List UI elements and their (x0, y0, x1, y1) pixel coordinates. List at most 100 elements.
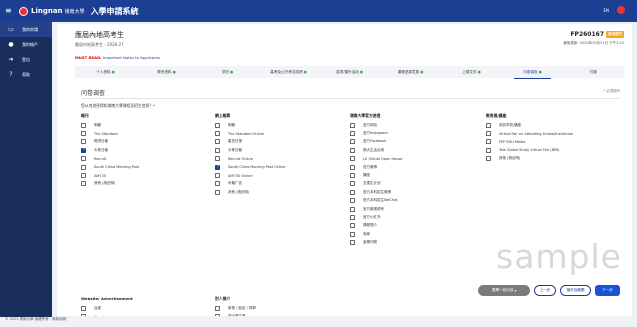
checkbox[interactable] (350, 189, 355, 195)
checkbox-option[interactable]: 官方本科招生微博 (350, 188, 480, 196)
checkbox-option[interactable]: Google (81, 312, 211, 316)
checkbox[interactable] (81, 156, 86, 162)
checkbox-option[interactable]: 官方Instagram (350, 129, 480, 137)
checkbox-option[interactable]: Talk Global Study Virtual Fair (BMI) (486, 146, 626, 154)
checkbox-option[interactable]: 嶺大學生會 (215, 312, 345, 316)
checkbox-option[interactable]: South China Morning Post (81, 163, 211, 171)
language-switch[interactable]: EN (603, 8, 609, 13)
checkbox-option[interactable]: AM730 (81, 171, 211, 179)
tab-step-5[interactable]: 奖项/课外活动● (319, 70, 380, 75)
checkbox[interactable] (486, 139, 491, 145)
checkbox[interactable] (486, 147, 491, 153)
tab-step-9[interactable]: 付款 (563, 70, 624, 75)
checkbox-option[interactable]: 講座 (350, 171, 480, 179)
sidebar-item-my-account[interactable]: ● 我的帳戶 (0, 37, 52, 52)
menu-icon[interactable]: ≡ (5, 7, 13, 15)
checkbox-option[interactable]: The Standard Online (215, 129, 345, 137)
next-button[interactable]: 下一步 (595, 285, 620, 296)
previous-button[interactable]: 上一步 (534, 285, 556, 296)
checkbox[interactable] (350, 156, 355, 162)
tab-step-6[interactable]: 课程选择意愿● (380, 70, 441, 75)
checkbox-option[interactable]: 官方微视频号 (350, 205, 480, 213)
checkbox[interactable] (350, 214, 355, 220)
checkbox-option[interactable]: 电邮 (350, 230, 480, 238)
checkbox[interactable] (486, 156, 491, 162)
checkbox[interactable] (81, 181, 86, 187)
checkbox[interactable] (81, 314, 86, 316)
checkbox[interactable] (81, 122, 86, 128)
checkbox-option[interactable]: 官方网站 (350, 121, 480, 129)
checkbox-option[interactable]: 嶺大生活点滴 (350, 146, 480, 154)
checkbox[interactable] (350, 122, 355, 128)
sidebar-item-help[interactable]: ? 幫助 (0, 67, 52, 82)
avatar[interactable] (617, 6, 625, 14)
save-and-exit-button[interactable]: 儲存及離開 (560, 285, 591, 296)
checkbox[interactable] (350, 223, 355, 229)
checkbox-option[interactable]: 头条日報 (81, 146, 211, 154)
checkbox[interactable] (215, 122, 220, 128)
university-logo[interactable]: Lingnan 嶺南大學 (19, 6, 85, 16)
checkbox-option[interactable]: 官方小红书 (350, 213, 480, 221)
checkbox-option[interactable]: Recruit Online (215, 155, 345, 163)
checkbox-option[interactable]: 官方Facebook (350, 138, 480, 146)
checkbox[interactable] (486, 122, 491, 128)
sidebar-item-logout[interactable]: ➜ 登出 (0, 52, 52, 67)
tab-step-8[interactable]: 问卷调查● (502, 70, 563, 79)
checkbox[interactable] (215, 181, 220, 187)
checkbox[interactable] (350, 131, 355, 137)
checkbox[interactable] (350, 173, 355, 179)
checkbox[interactable] (81, 305, 86, 311)
checkbox-option[interactable]: 經濟日報 (81, 138, 211, 146)
checkbox-option[interactable]: 百度 (81, 304, 211, 312)
checkbox[interactable] (215, 173, 220, 179)
checkbox-option[interactable]: LU Virtual Open House (350, 155, 480, 163)
checkbox-option[interactable]: 到訪学校/講座 (486, 121, 626, 129)
checkbox[interactable] (350, 240, 355, 246)
checkbox-option[interactable]: Virtual Fair on Attending School/Institu… (486, 129, 626, 137)
checkbox-option[interactable]: 課程簡介 (350, 222, 480, 230)
checkbox[interactable] (81, 139, 86, 145)
checkbox[interactable] (81, 173, 86, 179)
checkbox-option[interactable]: 官方微博 (350, 163, 480, 171)
checkbox-option[interactable]: FPP EDU Media (486, 138, 626, 146)
checkbox[interactable] (215, 305, 220, 311)
checkbox-option[interactable]: 其他 (請註明) (81, 180, 211, 188)
checkbox-option[interactable]: 明報 (215, 121, 345, 129)
checkbox[interactable] (215, 131, 220, 137)
checkbox-option[interactable]: 星岛日报 (215, 138, 345, 146)
checkbox-option[interactable]: 其他 (請註明) (486, 155, 626, 163)
checkbox-option[interactable]: Recruit (81, 155, 211, 163)
checkbox[interactable] (215, 139, 220, 145)
checkbox[interactable] (215, 147, 220, 153)
checkbox-option[interactable]: 官方本科招生WeChat (350, 197, 480, 205)
tab-step-4[interactable]: 高考及公开考试成绩● (258, 70, 319, 75)
checkbox-option[interactable]: 头条日報 (215, 146, 345, 154)
checkbox-option[interactable]: The Standard (81, 129, 211, 137)
checkbox[interactable] (350, 231, 355, 237)
checkbox-option[interactable]: 家長 / 朋友 / 同學 (215, 304, 345, 312)
checkbox[interactable] (215, 314, 220, 316)
section-select-dropdown[interactable]: 選擇一段內容 ▾ (478, 285, 530, 296)
checkbox-option[interactable]: 其他 (請註明) (215, 188, 345, 196)
checkbox[interactable] (81, 131, 86, 137)
checkbox-checked[interactable] (215, 164, 220, 170)
checkbox-option[interactable]: 宣傳刊物 (350, 238, 480, 246)
checkbox[interactable] (350, 206, 355, 212)
checkbox[interactable] (81, 164, 86, 170)
checkbox-option[interactable]: South China Morning Post Online (215, 163, 345, 171)
checkbox-option[interactable]: 讯報广告 (215, 180, 345, 188)
checkbox[interactable] (215, 156, 220, 162)
checkbox-option[interactable]: 交換生计划 (350, 180, 480, 188)
checkbox-option[interactable]: 明報 (81, 121, 211, 129)
sidebar-item-my-application[interactable]: ▭ 我的申請 (0, 22, 52, 37)
checkbox[interactable] (486, 131, 491, 137)
checkbox[interactable] (215, 189, 220, 195)
checkbox[interactable] (350, 181, 355, 187)
checkbox[interactable] (350, 164, 355, 170)
checkbox-checked[interactable] (81, 147, 86, 153)
tab-step-1[interactable]: 个人资料● (75, 70, 136, 75)
tab-step-3[interactable]: 学历● (197, 70, 258, 75)
tab-step-7[interactable]: 上载文件● (441, 70, 502, 75)
tab-step-2[interactable]: 联系资料● (136, 70, 197, 75)
checkbox[interactable] (350, 198, 355, 204)
